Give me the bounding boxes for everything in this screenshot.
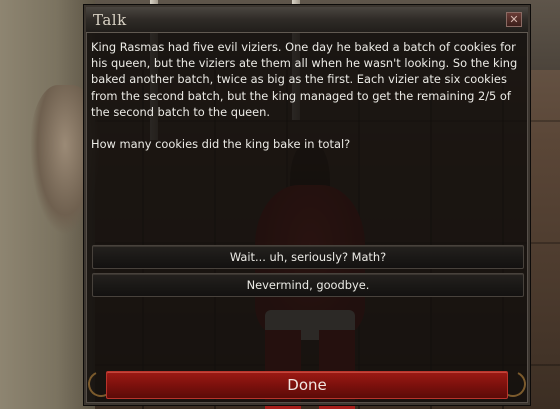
done-button[interactable]: Done — [106, 371, 508, 399]
dialog-paragraph: King Rasmas had five evil viziers. One d… — [91, 40, 518, 119]
close-button[interactable]: ✕ — [506, 12, 522, 27]
done-area: Done — [84, 367, 530, 403]
option-math-button[interactable]: Wait... uh, seriously? Math? — [92, 245, 524, 269]
option-goodbye-button[interactable]: Nevermind, goodbye. — [92, 273, 524, 297]
dialog-question: How many cookies did the king bake in to… — [91, 137, 351, 152]
talk-dialog: Talk ✕ King Rasmas had five evil viziers… — [84, 5, 530, 405]
dialog-title: Talk — [93, 11, 127, 29]
dialog-title-bar[interactable]: Talk ✕ — [86, 7, 528, 33]
dialog-text: King Rasmas had five evil viziers. One d… — [91, 39, 523, 168]
dialog-options: Wait... uh, seriously? Math? Nevermind, … — [92, 245, 524, 301]
close-icon: ✕ — [509, 13, 519, 26]
